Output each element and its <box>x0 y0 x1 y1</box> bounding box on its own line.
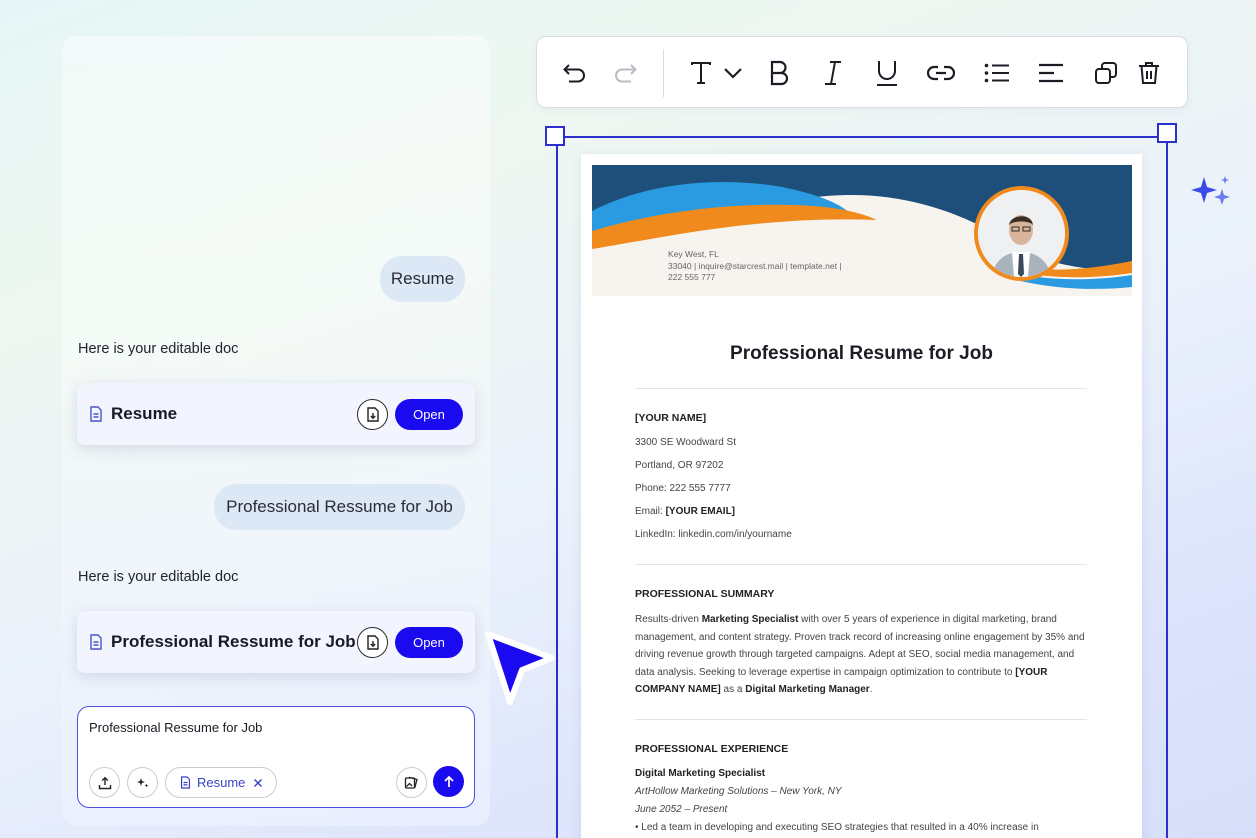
duplicate-button[interactable] <box>1092 59 1120 87</box>
sparkle-icon <box>1191 176 1230 205</box>
align-left-icon <box>1039 63 1063 83</box>
italic-button[interactable] <box>819 59 847 87</box>
header-contact: Key West, FL 33040 | inquire@starcrest.m… <box>668 249 842 282</box>
media-button[interactable] <box>396 767 427 798</box>
job-title: Digital Marketing Specialist <box>635 768 766 779</box>
download-button[interactable] <box>357 626 388 658</box>
user-message: Professional Ressume for Job <box>214 484 465 530</box>
resume-header-banner: Key West, FL 33040 | inquire@starcrest.m… <box>592 165 1132 296</box>
user-message: Resume <box>380 256 465 302</box>
link-icon <box>927 65 955 81</box>
download-button[interactable] <box>357 398 388 430</box>
chat-input-box[interactable]: Professional Ressume for Job Resume <box>77 706 475 808</box>
text-style-icon <box>691 62 711 84</box>
job-bullet: • Led a team in developing and executing… <box>635 822 1039 833</box>
attached-doc-chip[interactable]: Resume <box>165 767 277 798</box>
delete-button[interactable] <box>1135 59 1163 87</box>
divider <box>635 388 1087 389</box>
download-icon <box>366 634 379 650</box>
redo-button[interactable] <box>611 59 639 87</box>
text-style-dropdown[interactable] <box>719 59 747 87</box>
address-line: Portland, OR 97202 <box>635 460 724 471</box>
chip-label: Resume <box>197 775 246 790</box>
ai-enhance-button[interactable] <box>127 767 158 798</box>
upload-button[interactable] <box>89 767 120 798</box>
undo-button[interactable] <box>561 59 589 87</box>
upload-icon <box>98 776 111 789</box>
doc-card-title: Professional Ressume for Job <box>111 632 356 651</box>
text-style-button[interactable] <box>687 59 715 87</box>
profile-photo <box>974 186 1069 281</box>
duplicate-icon <box>1095 62 1117 84</box>
underline-button[interactable] <box>873 59 901 87</box>
job-company: ArtHollow Marketing Solutions – New York… <box>635 786 842 797</box>
email-line: Email: [YOUR EMAIL] <box>635 506 736 517</box>
divider <box>635 564 1087 565</box>
summary-paragraph: Results-driven Marketing Specialist with… <box>635 614 1085 695</box>
close-icon[interactable] <box>253 778 263 788</box>
chat-input[interactable]: Professional Ressume for Job <box>89 720 262 735</box>
arrow-up-icon <box>443 775 454 787</box>
linkedin-line: LinkedIn: linkedin.com/in/yourname <box>635 529 792 540</box>
undo-icon <box>563 64 585 83</box>
cursor-arrow-icon <box>485 631 555 705</box>
address-line: 3300 SE Woodward St <box>635 437 736 448</box>
document-icon <box>89 406 103 422</box>
phone-line: Phone: 222 555 7777 <box>635 483 731 494</box>
trash-icon <box>1139 62 1159 84</box>
send-button[interactable] <box>433 766 464 797</box>
divider <box>635 719 1087 720</box>
experience-heading: PROFESSIONAL EXPERIENCE <box>635 743 789 755</box>
resize-handle-top-right[interactable] <box>1157 123 1177 143</box>
doc-card-title: Resume <box>111 404 178 423</box>
italic-icon <box>825 61 841 85</box>
assistant-message: Here is your editable doc <box>78 341 239 357</box>
document-icon <box>180 776 191 789</box>
redo-icon <box>615 64 637 83</box>
chevron-down-icon <box>724 68 742 79</box>
bullet-list-icon <box>984 63 1009 83</box>
bold-icon <box>770 60 789 86</box>
sparkle-icon <box>136 777 148 787</box>
underline-icon <box>877 61 897 86</box>
image-gallery-icon <box>404 776 418 789</box>
resize-handle-top-left[interactable] <box>545 126 565 146</box>
document-icon <box>89 634 103 650</box>
resume-name: [YOUR NAME] <box>635 412 707 424</box>
doc-card[interactable]: Professional Ressume for Job Open <box>77 611 475 673</box>
open-button[interactable]: Open <box>395 398 463 430</box>
open-button[interactable]: Open <box>395 626 463 658</box>
bullet-list-button[interactable] <box>983 59 1011 87</box>
summary-heading: PROFESSIONAL SUMMARY <box>635 588 775 600</box>
assistant-message: Here is your editable doc <box>78 569 239 585</box>
doc-card[interactable]: Resume Open <box>77 383 475 445</box>
toolbar-divider <box>663 49 664 97</box>
bold-button[interactable] <box>765 59 793 87</box>
document-title: Professional Resume for Job <box>730 343 993 364</box>
download-icon <box>366 406 379 422</box>
job-dates: June 2052 – Present <box>635 804 728 815</box>
document-page[interactable]: Key West, FL 33040 | inquire@starcrest.m… <box>581 154 1142 838</box>
editor-toolbar <box>536 36 1188 108</box>
align-button[interactable] <box>1037 59 1065 87</box>
link-button[interactable] <box>927 59 955 87</box>
person-avatar-icon <box>978 190 1065 277</box>
